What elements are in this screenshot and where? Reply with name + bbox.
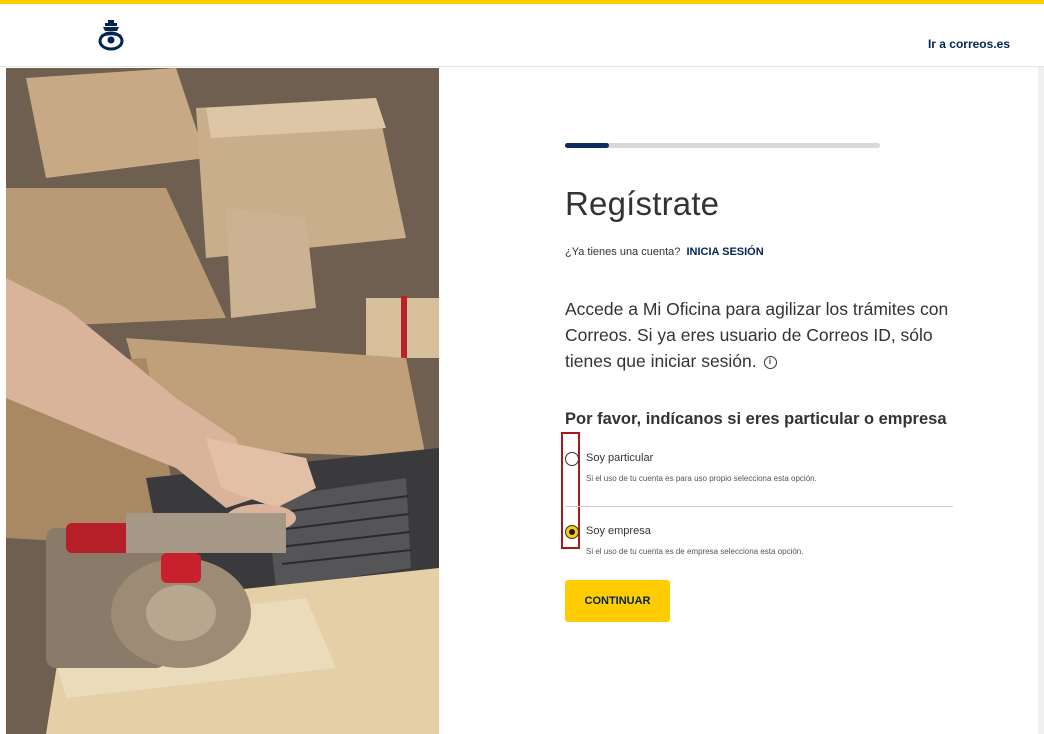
options-divider: [565, 506, 953, 507]
option-empresa-label: Soy empresa: [586, 525, 651, 537]
option-empresa-description: Si el uso de tu cuenta es de empresa sel…: [586, 547, 804, 556]
go-to-correos-link[interactable]: Ir a correos.es: [928, 37, 1010, 51]
right-frame: [1038, 67, 1044, 734]
parcels-laptop-photo-icon: [6, 68, 439, 734]
progress-bar-fill: [565, 143, 610, 148]
option-particular-description: Si el uso de tu cuenta es para uso propi…: [586, 474, 817, 483]
intro-text-block: Accede a Mi Oficina para agilizar los tr…: [565, 296, 955, 374]
option-particular-label: Soy particular: [586, 452, 654, 464]
login-prompt-line: ¿Ya tienes una cuenta? INICIA SESIÓN: [565, 246, 764, 258]
page-title: Regístrate: [565, 185, 720, 222]
header: Ir a correos.es: [0, 4, 1044, 67]
radio-particular[interactable]: [565, 452, 579, 466]
login-link[interactable]: INICIA SESIÓN: [686, 246, 763, 258]
correos-logo-icon[interactable]: [94, 18, 128, 52]
hero-photo: [6, 68, 439, 734]
progress-bar: [565, 143, 880, 148]
intro-text: Accede a Mi Oficina para agilizar los tr…: [565, 299, 949, 371]
login-prompt-text: ¿Ya tienes una cuenta?: [565, 246, 681, 258]
info-icon[interactable]: i: [763, 355, 777, 369]
account-type-question: Por favor, indícanos si eres particular …: [565, 410, 947, 428]
radio-empresa[interactable]: [565, 525, 579, 539]
continue-button[interactable]: CONTINUAR: [565, 580, 670, 622]
